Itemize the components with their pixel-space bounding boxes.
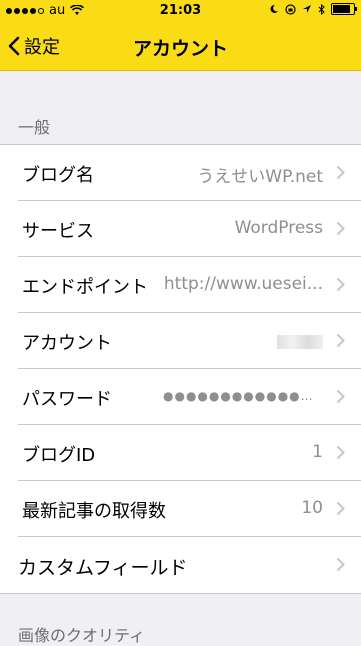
row-label: エンドポイント [22,277,148,298]
row-label: 最新記事の取得数 [22,501,166,522]
chevron-right-icon [336,501,345,516]
battery-icon [331,3,357,15]
row-value: うえせいWP.net [197,167,323,187]
page-title: アカウント [132,38,228,60]
chevron-right-icon [336,277,345,292]
row-value: 1 [312,442,323,462]
section-header-image-quality: 画像のクオリティ [18,626,146,645]
chevron-right-icon [336,445,345,460]
row-blog-id[interactable]: ブログID 1 [0,425,361,481]
status-right [269,3,357,15]
settings-list: ブログ名 うえせいWP.net サービス WordPress エンドポイント h… [0,144,361,594]
moon-icon [270,4,278,13]
navigation-bar: 設定 アカウント [0,22,361,71]
row-value: WordPress [234,218,323,238]
chevron-right-icon [336,221,345,236]
chevron-right-icon [336,165,345,180]
row-service[interactable]: サービス WordPress [0,201,361,257]
row-label: ブログ名 [22,165,94,186]
row-blog-name[interactable]: ブログ名 うえせいWP.net [0,145,361,201]
section-header-general: 一般 [18,118,51,137]
chevron-right-icon [336,557,345,572]
row-password[interactable]: パスワード ●●●●●●●●●●●●●●●... [0,369,361,425]
row-endpoint[interactable]: エンドポイント http://www.uesei... [0,257,361,313]
status-bar: au 21:03 [0,0,361,22]
rotation-lock-icon [285,3,296,15]
row-label: アカウント [22,333,112,354]
row-label: ブログID [22,445,96,466]
redacted-account-value [277,335,323,349]
row-custom-fields[interactable]: カスタムフィールド [0,537,361,593]
row-value: http://www.uesei... [163,274,323,294]
row-label: カスタムフィールド [18,557,188,579]
bluetooth-icon [318,3,325,15]
chevron-right-icon [336,333,345,348]
chevron-right-icon [336,389,345,404]
row-value: ●●●●●●●●●●●●●●●... [163,389,323,403]
row-label: パスワード [22,389,112,410]
row-value: 10 [301,498,323,518]
row-label: サービス [22,221,94,242]
row-recent-post-count[interactable]: 最新記事の取得数 10 [0,481,361,537]
location-arrow-icon [303,5,311,13]
row-account[interactable]: アカウント [0,313,361,369]
